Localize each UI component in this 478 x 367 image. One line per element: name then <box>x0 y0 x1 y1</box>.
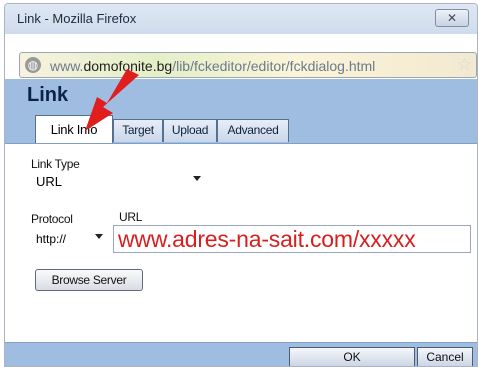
dialog-footer: OK Cancel <box>5 342 477 366</box>
browse-server-button[interactable]: Browse Server <box>35 269 143 291</box>
red-arrow-icon <box>85 69 139 131</box>
tab-upload[interactable]: Upload <box>163 119 217 142</box>
url-prefix: www. <box>50 58 84 74</box>
protocol-value: http:// <box>36 232 67 246</box>
close-icon: ✕ <box>446 11 458 25</box>
window-title: Link - Mozilla Firefox <box>17 11 137 26</box>
dialog-content: Link Type URL Protocol URL http:// www.a… <box>5 144 477 344</box>
chevron-down-icon <box>193 176 201 181</box>
star-icon[interactable]: ☆ <box>457 55 472 75</box>
title-bar: Link - Mozilla Firefox ✕ <box>5 4 477 34</box>
browser-window: Link - Mozilla Firefox ✕ ◍ www.domofonit… <box>4 3 478 367</box>
close-button[interactable]: ✕ <box>435 9 469 27</box>
link-type-select[interactable]: URL <box>31 172 207 192</box>
link-type-value: URL <box>36 174 63 189</box>
tab-advanced[interactable]: Advanced <box>217 119 289 142</box>
globe-icon: ◍ <box>25 57 41 73</box>
url-label: URL <box>119 210 143 224</box>
chevron-down-icon <box>95 234 103 239</box>
url-input[interactable]: www.adres-na-sait.com/xxxxx <box>113 225 471 253</box>
protocol-label: Protocol <box>31 212 73 226</box>
cancel-button[interactable]: Cancel <box>417 347 473 366</box>
protocol-select[interactable]: http:// <box>31 230 109 250</box>
url-path: /lib/fckeditor/editor/fckdialog.html <box>172 58 376 74</box>
dialog-title: Link <box>27 84 69 106</box>
link-type-label: Link Type <box>31 157 80 171</box>
dialog-header: Link Link Info Target Upload Advanced <box>5 79 477 144</box>
ok-button[interactable]: OK <box>289 347 415 366</box>
